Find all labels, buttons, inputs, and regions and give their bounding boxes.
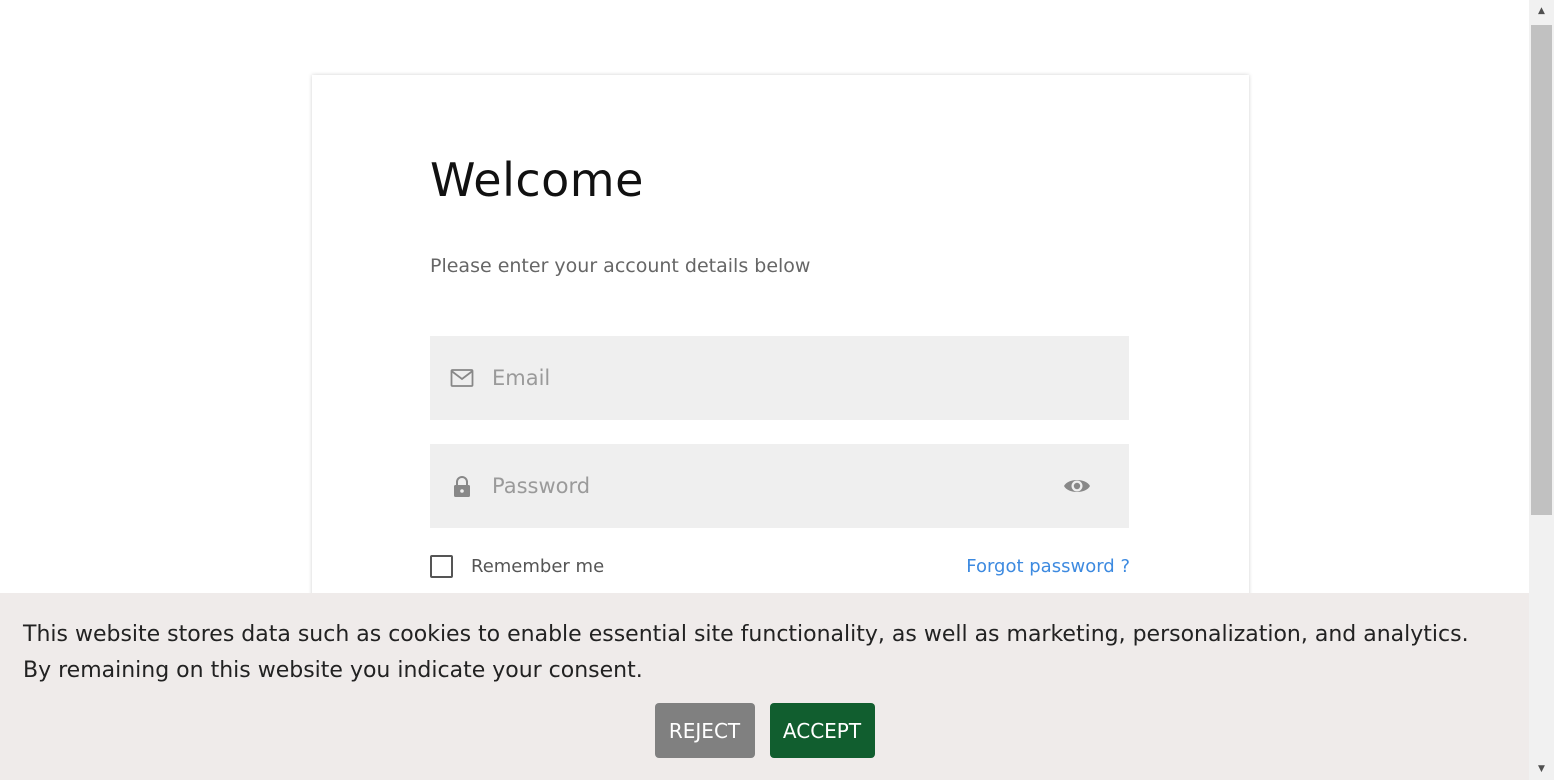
mail-icon — [450, 366, 474, 390]
password-field[interactable] — [430, 444, 1129, 528]
page-title: Welcome — [430, 153, 644, 207]
cookie-banner: This website stores data such as cookies… — [0, 593, 1529, 780]
vertical-scrollbar[interactable]: ▲ ▼ — [1529, 0, 1554, 780]
remember-me[interactable]: Remember me — [430, 555, 604, 578]
reject-button[interactable]: REJECT — [654, 703, 755, 758]
eye-icon[interactable] — [1063, 473, 1091, 499]
accept-button[interactable]: ACCEPT — [769, 703, 875, 758]
cookie-banner-text: This website stores data such as cookies… — [23, 622, 1469, 683]
email-input[interactable] — [492, 336, 1052, 420]
remember-me-checkbox[interactable] — [430, 555, 453, 578]
remember-me-label: Remember me — [471, 556, 605, 577]
scrollbar-thumb[interactable] — [1531, 25, 1552, 515]
email-field[interactable] — [430, 336, 1129, 420]
cookie-button-group: REJECT ACCEPT — [0, 703, 1529, 758]
password-input[interactable] — [492, 444, 1052, 528]
scroll-down-icon[interactable]: ▼ — [1529, 760, 1554, 778]
scroll-up-icon[interactable]: ▲ — [1529, 2, 1554, 20]
lock-icon — [450, 474, 474, 498]
page-subtitle: Please enter your account details below — [430, 255, 811, 277]
page-viewport: Welcome Please enter your account detail… — [0, 0, 1529, 780]
forgot-password-link[interactable]: Forgot password ? — [966, 556, 1130, 577]
